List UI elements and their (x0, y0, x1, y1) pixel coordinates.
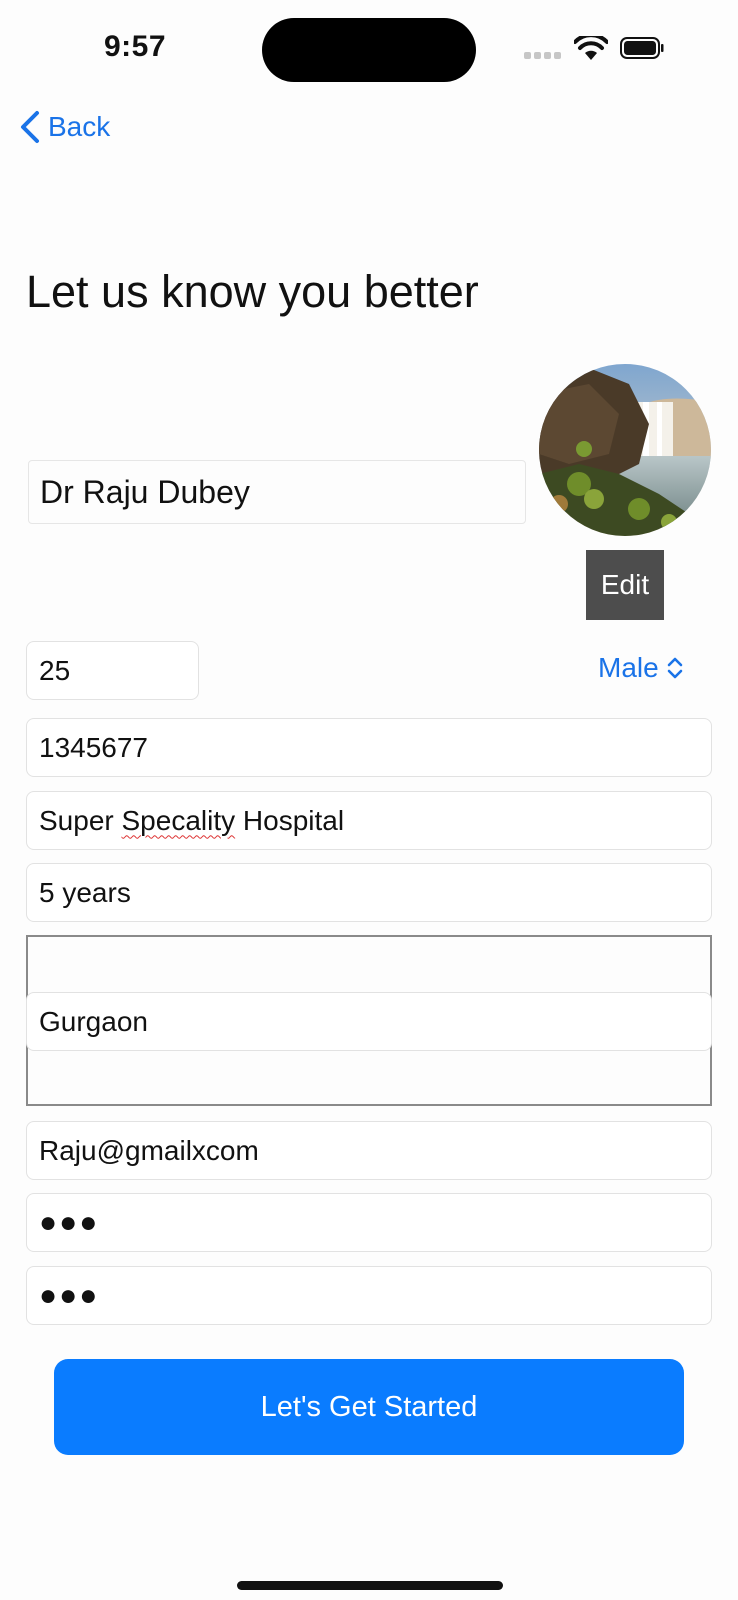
city-field[interactable]: Gurgaon (26, 992, 712, 1051)
profile-photo (539, 364, 711, 536)
edit-photo-button[interactable]: Edit (586, 550, 664, 620)
status-time: 9:57 (104, 30, 167, 63)
battery-icon (620, 37, 664, 59)
email-field[interactable]: Raju@gmailxcom (26, 1121, 712, 1180)
hospital-text-part: Super (39, 804, 122, 836)
experience-field[interactable]: 5 years (26, 863, 712, 922)
cellular-signal-icon (524, 52, 561, 59)
dynamic-island (262, 18, 476, 82)
confirm-password-field[interactable]: ●●● (26, 1266, 712, 1325)
name-field[interactable]: Dr Raju Dubey (28, 460, 526, 524)
home-indicator (237, 1581, 503, 1590)
gender-value: Male (598, 652, 659, 683)
wifi-icon (574, 36, 608, 60)
back-label: Back (48, 111, 111, 142)
get-started-button[interactable]: Let's Get Started (54, 1359, 684, 1455)
back-button[interactable]: Back (18, 110, 110, 144)
gender-select[interactable]: Male (598, 652, 683, 684)
misspelled-word: Specality (121, 804, 236, 836)
hospital-field[interactable]: Super Specality Hospital (26, 791, 712, 850)
chevron-left-icon (21, 111, 39, 143)
hospital-text-part: Hospital (235, 804, 345, 836)
password-field[interactable]: ●●● (26, 1193, 712, 1252)
page-title: Let us know you better (26, 266, 479, 317)
age-field[interactable]: 25 (26, 641, 199, 700)
registration-number-field[interactable]: 1345677 (26, 718, 712, 777)
chevron-up-down-icon (667, 657, 683, 679)
